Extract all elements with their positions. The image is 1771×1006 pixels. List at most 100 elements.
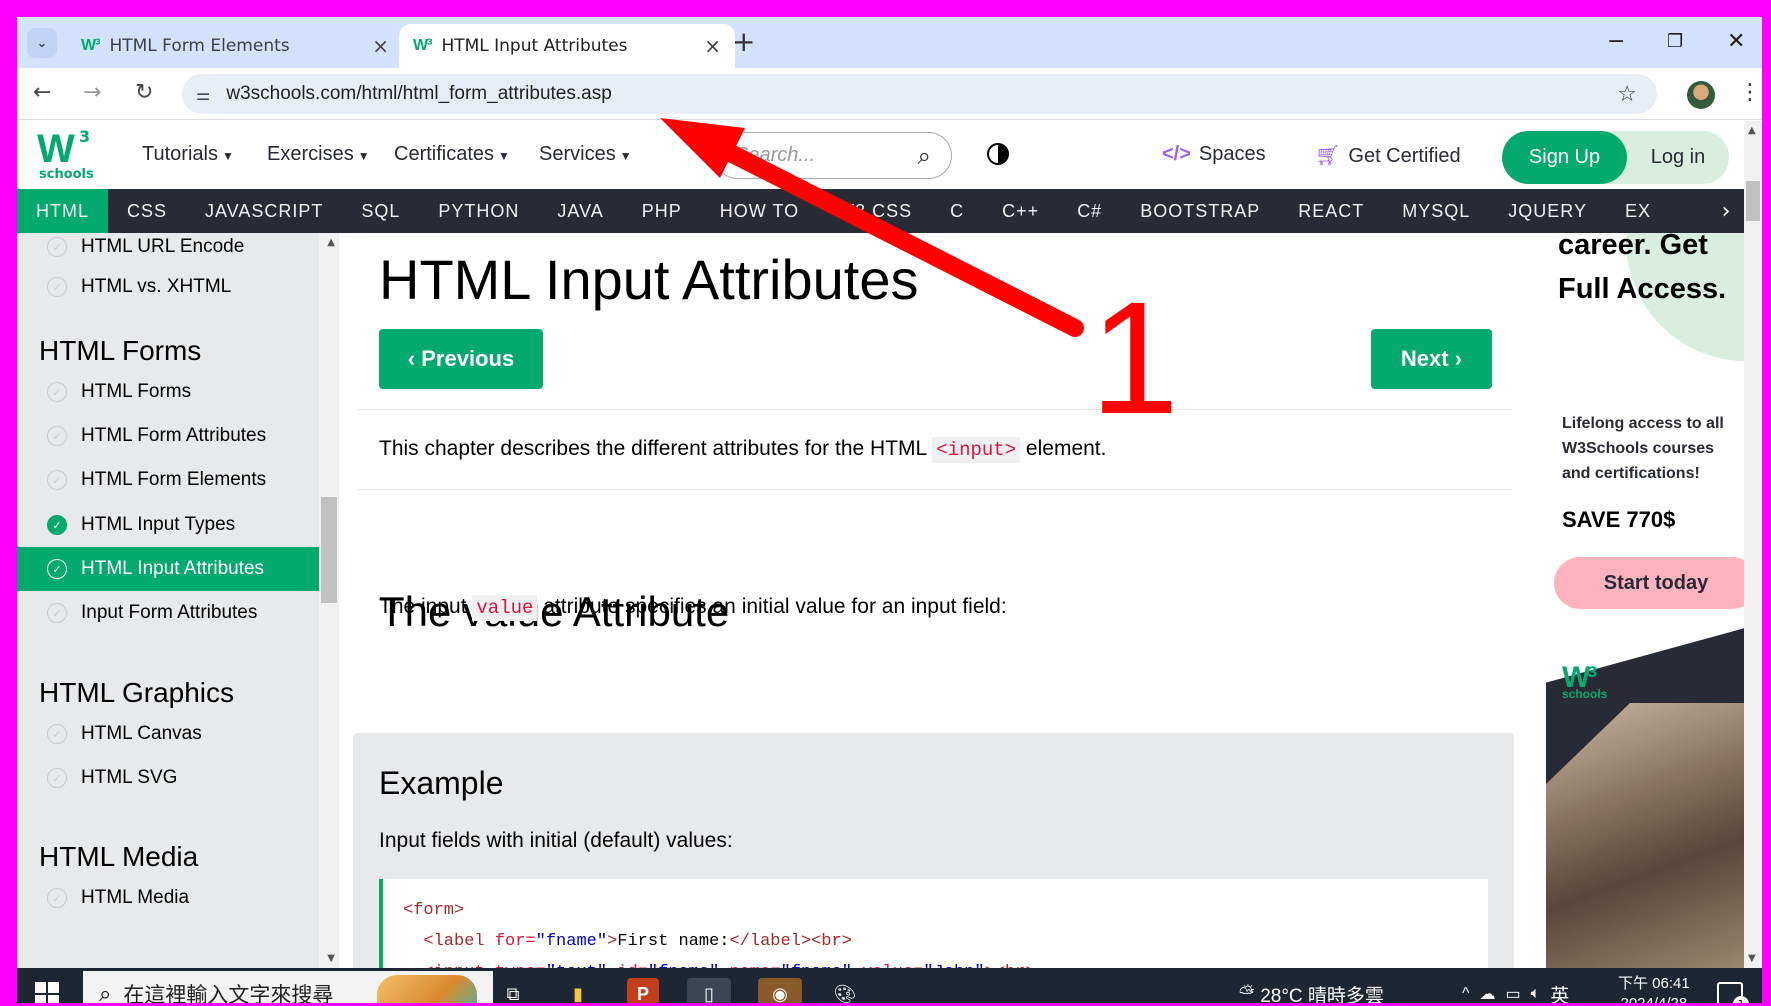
onedrive-icon[interactable]: ☁︎ [1480, 984, 1496, 1003]
weather-text: 28°C 晴時多雲 [1260, 985, 1384, 1004]
search-icon[interactable]: ⌕ [918, 142, 931, 170]
notepad-icon[interactable]: ▯ [687, 978, 731, 1003]
previous-button[interactable]: ‹ Previous [379, 329, 543, 389]
sidebar-scrollbar[interactable]: ▲ ▼ [319, 233, 339, 968]
chrome-icon[interactable]: ◉ [758, 978, 802, 1003]
speaker-icon[interactable]: 🔈︎ [1531, 985, 1541, 1003]
powerpoint-icon[interactable]: P [627, 978, 659, 1003]
topnav-item-bootstrap[interactable]: BOOTSTRAP [1121, 189, 1279, 233]
topnav-item-w3-css[interactable]: W3.CSS [818, 189, 931, 233]
ime-indicator[interactable]: 英 [1550, 981, 1569, 1004]
network-icon[interactable]: ▭ [1506, 984, 1521, 1003]
sidebar-item-forms[interactable]: ✓ HTML Forms [17, 370, 319, 414]
scroll-up-icon[interactable]: ▲ [327, 237, 335, 248]
topnav-item-css[interactable]: CSS [108, 189, 186, 233]
task-view-icon[interactable]: ⧉ [497, 978, 529, 1004]
sidebar-item-media[interactable]: ✓ HTML Media [17, 876, 319, 920]
sidebar-item-input-form-attributes[interactable]: ✓ Input Form Attributes [17, 591, 319, 635]
topnav-item-c[interactable]: C [931, 189, 983, 233]
scroll-down-icon[interactable]: ▼ [1748, 953, 1756, 964]
divider [357, 489, 1512, 490]
tab-html-form-elements[interactable]: W³ HTML Form Elements × [67, 24, 403, 68]
sidebar-item-label: HTML Input Attributes [81, 558, 265, 579]
tab-title: HTML Form Elements [109, 36, 290, 56]
chevron-up-icon[interactable]: ^ [1462, 985, 1470, 1003]
topnav-item-c-[interactable]: C# [1058, 189, 1121, 233]
spaces-link[interactable]: </> Spaces [1162, 143, 1266, 166]
profile-avatar[interactable] [1687, 81, 1715, 109]
sidebar-item-input-attributes[interactable]: ✓ HTML Input Attributes [17, 547, 319, 591]
sidebar-item-input-types[interactable]: ✓ HTML Input Types [17, 503, 319, 547]
scroll-down-icon[interactable]: ▼ [327, 953, 335, 964]
check-circle-icon: ✓ [47, 515, 67, 535]
reload-icon[interactable]: ↻ [135, 80, 153, 105]
sidebar-item-svg[interactable]: ✓ HTML SVG [17, 756, 319, 800]
sidebar-item-form-attributes[interactable]: ✓ HTML Form Attributes [17, 414, 319, 458]
sidebar-item-url-encode[interactable]: ✓ HTML URL Encode [17, 233, 319, 269]
weather-widget[interactable]: ⛅︎ 28°C 晴時多雲 [1239, 968, 1384, 1003]
page-scrollbar[interactable]: ▲ ▼ [1744, 121, 1762, 968]
topnav-item-jquery[interactable]: JQUERY [1489, 189, 1606, 233]
topnav-item-java[interactable]: JAVA [538, 189, 622, 233]
tab-search-button[interactable]: ⌄ [27, 28, 57, 58]
address-bar[interactable]: ⚌ w3schools.com/html/html_form_attribute… [182, 74, 1657, 114]
advertisement[interactable]: career. Get Full Access. Lifelong access … [1546, 233, 1744, 968]
topnav-item-react[interactable]: REACT [1279, 189, 1383, 233]
dark-mode-toggle-icon[interactable] [987, 143, 1009, 165]
menu-certificates[interactable]: Certificates ▼ [394, 143, 510, 166]
scroll-up-icon[interactable]: ▲ [1748, 125, 1756, 136]
divider [357, 409, 1512, 410]
sidebar-item-canvas[interactable]: ✓ HTML Canvas [17, 712, 319, 756]
menu-label: Exercises [267, 143, 354, 165]
new-tab-button[interactable]: + [732, 27, 755, 57]
topnav-item-html[interactable]: HTML [17, 189, 108, 233]
back-arrow-icon[interactable]: ← [33, 80, 51, 105]
chevron-right-icon[interactable]: › [1708, 189, 1744, 233]
tab-html-input-attributes[interactable]: W³ HTML Input Attributes × [399, 24, 735, 68]
sidebar-item-vs-xhtml[interactable]: ✓ HTML vs. XHTML [17, 265, 319, 309]
menu-services[interactable]: Services ▼ [539, 143, 632, 166]
page-scroll-thumb[interactable] [1746, 181, 1760, 221]
taskbar-clock[interactable]: 下午 06:41 2024/4/28 [1618, 974, 1690, 1003]
site-info-icon[interactable]: ⚌ [196, 85, 210, 104]
topnav-item-sql[interactable]: SQL [342, 189, 419, 233]
bookmark-star-icon[interactable]: ☆ [1617, 82, 1637, 107]
topnav-item-c-[interactable]: C++ [983, 189, 1058, 233]
auth-buttons: Sign Up Log in [1502, 131, 1729, 184]
paint-icon[interactable]: 🎨︎ [829, 978, 861, 1004]
close-window-button[interactable]: ✕ [1727, 29, 1745, 54]
menu-exercises[interactable]: Exercises ▼ [267, 143, 370, 166]
get-certified-link[interactable]: 🛒︎ Get Certified [1315, 143, 1461, 168]
sidebar-scroll-thumb[interactable] [321, 497, 337, 603]
topnav-item-php[interactable]: PHP [623, 189, 701, 233]
topnav-item-ex[interactable]: EX [1606, 189, 1670, 233]
close-icon[interactable]: × [704, 34, 721, 58]
next-button[interactable]: Next › [1371, 329, 1492, 389]
topnav-item-javascript[interactable]: JAVASCRIPT [186, 189, 342, 233]
sidebar-item-label: HTML URL Encode [81, 236, 245, 257]
ad-headline: career. Get Full Access. [1558, 233, 1726, 311]
windows-start-icon[interactable] [35, 982, 59, 1003]
topnav-item-mysql[interactable]: MYSQL [1383, 189, 1489, 233]
check-circle-icon: ✓ [47, 382, 67, 402]
file-explorer-icon[interactable]: ▮ [562, 978, 594, 1004]
topnav-item-python[interactable]: PYTHON [419, 189, 538, 233]
topnav-item-how-to[interactable]: HOW TO [701, 189, 818, 233]
w3schools-logo[interactable]: W 3 schools [37, 127, 94, 182]
notification-icon[interactable]: 1 [1717, 982, 1749, 1003]
menu-tutorials[interactable]: Tutorials ▼ [142, 143, 234, 166]
right-ad-column: career. Get Full Access. Lifelong access … [1530, 233, 1744, 968]
restore-button[interactable]: ❐ [1667, 31, 1683, 52]
more-menu-icon[interactable]: ⋮ [1739, 80, 1761, 105]
sign-up-button[interactable]: Sign Up [1502, 131, 1627, 184]
log-in-button[interactable]: Log in [1627, 131, 1729, 184]
close-icon[interactable]: × [372, 34, 389, 58]
ad-body: Lifelong access to all W3Schools courses… [1562, 415, 1724, 482]
taskbar-search-input[interactable]: ⌕ 在這裡輸入文字來搜尋 [83, 971, 493, 1003]
site-search-input[interactable]: Search... ⌕ [714, 132, 952, 179]
sidebar-item-form-elements[interactable]: ✓ HTML Form Elements [17, 458, 319, 502]
minimize-button[interactable]: − [1607, 29, 1625, 54]
search-icon: ⌕ [99, 981, 112, 1004]
start-today-button[interactable]: Start today [1554, 557, 1744, 609]
forward-arrow-icon[interactable]: → [83, 80, 101, 105]
